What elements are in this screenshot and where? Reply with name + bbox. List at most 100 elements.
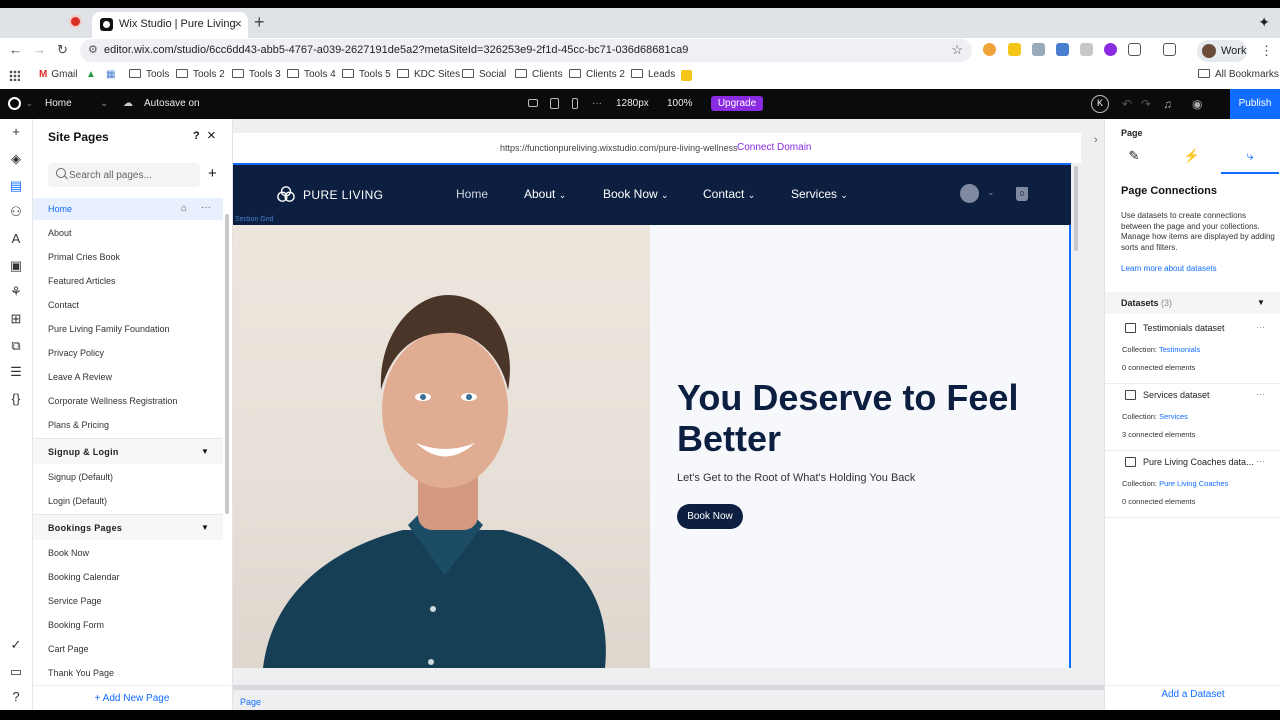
help-icon[interactable]: ? (9, 690, 23, 704)
comments-icon[interactable]: ▭ (9, 665, 23, 679)
url-bar[interactable]: ⚙ editor.wix.com/studio/6cc6dd43-abb5-47… (80, 39, 972, 62)
connect-domain-link[interactable]: Connect Domain (737, 142, 811, 153)
site-checker-icon[interactable]: ✓ (9, 638, 23, 652)
hero-portrait-image[interactable] (233, 225, 650, 668)
panel-scrollbar[interactable] (225, 214, 229, 514)
extension-icon[interactable] (1032, 43, 1045, 56)
section-bookings-pages[interactable]: Bookings Pages ▼ (33, 514, 223, 540)
bookmark-folder[interactable]: Tools (129, 69, 169, 80)
page-item-home[interactable]: Home ⌂ ··· (33, 198, 223, 220)
section-signup-login[interactable]: Signup & Login ▼ (33, 438, 223, 464)
reload-icon[interactable]: ↻ (57, 42, 68, 58)
site-info-icon[interactable]: ⚙ (88, 43, 98, 56)
datasets-header[interactable]: Datasets (3) ▼ (1105, 292, 1280, 314)
profile-button[interactable]: Work (1197, 40, 1247, 62)
extension-icon[interactable] (1080, 43, 1093, 56)
more-icon[interactable]: ··· (1256, 322, 1265, 332)
apps-icon[interactable]: ⊞ (9, 312, 23, 326)
layers-icon[interactable]: ◈ (9, 152, 23, 166)
close-icon[interactable]: × (207, 127, 216, 144)
bookmark-folder[interactable]: Clients (515, 69, 563, 80)
code-icon[interactable]: {} (9, 392, 23, 406)
bookmark-folder[interactable]: Tools 2 (176, 69, 225, 80)
browser-menu-icon[interactable]: ⋮ (1260, 43, 1273, 59)
more-icon[interactable]: ··· (1256, 456, 1265, 466)
page-item[interactable]: Cart Page (33, 638, 223, 660)
page-tag[interactable]: Page (240, 697, 261, 707)
dataset-item[interactable]: Pure Living Coaches data... ··· Collecti… (1105, 452, 1280, 518)
wix-studio-logo[interactable] (8, 97, 21, 110)
redo-icon[interactable]: ↷ (1141, 97, 1151, 111)
learn-more-link[interactable]: Learn more about datasets (1121, 264, 1217, 273)
nav-home[interactable]: Home (456, 187, 488, 201)
dataset-item[interactable]: Services dataset ··· Collection: Service… (1105, 385, 1280, 451)
design-text-icon[interactable]: A (9, 232, 23, 246)
add-page-icon[interactable]: + (208, 165, 217, 182)
bookmark-folder[interactable]: Social (462, 69, 506, 80)
search-input[interactable] (69, 167, 194, 183)
page-item[interactable]: Pure Living Family Foundation (33, 318, 223, 340)
collection-link[interactable]: Pure Living Coaches (1159, 479, 1228, 488)
bookmark-folder[interactable]: Leads (631, 69, 675, 80)
site-header[interactable]: PURE LIVING Home About ⌄ Book Now ⌄ Cont… (233, 163, 1071, 225)
hero-heading[interactable]: You Deserve to Feel Better (677, 377, 1057, 459)
browser-tab[interactable]: Wix Studio | Pure Living × (92, 12, 248, 38)
nav-book-now[interactable]: Book Now ⌄ (603, 187, 669, 201)
drive-icon[interactable]: ▲ (86, 69, 96, 80)
new-tab-icon[interactable]: + (254, 12, 265, 33)
bookmark-folder[interactable]: Tools 4 (287, 69, 336, 80)
page-item[interactable]: Privacy Policy (33, 342, 223, 364)
page-item[interactable]: Plans & Pricing (33, 414, 223, 436)
canvas-scrollbar[interactable] (1074, 166, 1078, 251)
collection-link[interactable]: Testimonials (1159, 345, 1200, 354)
extension-icon[interactable] (983, 43, 996, 56)
hero-subheading[interactable]: Let's Get to the Root of What's Holding … (677, 472, 915, 484)
page-item[interactable]: Leave A Review (33, 366, 223, 388)
more-icon[interactable]: ··· (201, 202, 211, 213)
page-item[interactable]: Contact (33, 294, 223, 316)
media-icon[interactable]: ▣ (9, 259, 23, 273)
page-selector[interactable]: Home (45, 98, 72, 109)
collapse-triangle-icon[interactable]: ▼ (1257, 298, 1265, 307)
hero-content[interactable]: You Deserve to Feel Better Let's Get to … (650, 225, 1071, 668)
extension-icon[interactable] (1008, 43, 1021, 56)
bookmark-folder[interactable]: Tools 3 (232, 69, 281, 80)
page-item[interactable]: Service Page (33, 590, 223, 612)
add-elements-icon[interactable]: + (9, 125, 23, 139)
connections-icon[interactable]: ⚘ (9, 285, 23, 299)
collapse-panel-icon[interactable]: › (1094, 134, 1098, 146)
bookmark-icon[interactable] (681, 70, 692, 81)
page-item[interactable]: Login (Default) (33, 490, 223, 512)
collection-link[interactable]: Services (1159, 412, 1188, 421)
pages-icon[interactable]: ▤ (9, 179, 23, 193)
cms-icon[interactable]: ☰ (9, 365, 23, 379)
user-account-icon[interactable] (960, 184, 979, 203)
collapse-triangle-icon[interactable]: ▼ (201, 447, 209, 456)
bookmark-gmail[interactable]: M Gmail (39, 69, 77, 80)
plugins-icon[interactable]: ⧉ (9, 339, 23, 353)
publish-button[interactable]: Publish (1230, 89, 1280, 119)
user-avatar[interactable]: K (1091, 95, 1109, 113)
tab-interactions[interactable]: ⚡ (1163, 148, 1221, 174)
chevron-down-icon[interactable]: ⌄ (987, 187, 995, 198)
preview-eye-icon[interactable]: ◉ (1192, 97, 1202, 111)
nav-about[interactable]: About ⌄ (524, 187, 566, 201)
dataset-item[interactable]: Testimonials dataset ··· Collection: Tes… (1105, 318, 1280, 384)
book-now-button[interactable]: Book Now (677, 504, 743, 529)
bookmark-folder[interactable]: KDC Sites (397, 69, 460, 80)
close-tab-icon[interactable]: × (234, 16, 242, 31)
forward-icon[interactable]: → (33, 42, 46, 57)
site-structure-icon[interactable]: ⚇ (9, 205, 23, 219)
cart-icon[interactable]: 0 (1016, 187, 1028, 201)
page-item[interactable]: Book Now (33, 542, 223, 564)
nav-services[interactable]: Services ⌄ (791, 187, 848, 201)
all-bookmarks[interactable]: All Bookmarks (1198, 69, 1279, 80)
nav-contact[interactable]: Contact ⌄ (703, 187, 755, 201)
bookmark-folder[interactable]: Tools 5 (342, 69, 391, 80)
page-item[interactable]: About (33, 222, 223, 244)
calendar-icon[interactable]: ▦ (106, 69, 115, 80)
zoom-level[interactable]: 100% (667, 98, 693, 109)
apps-grid-icon[interactable] (9, 70, 20, 81)
bookmark-folder[interactable]: Clients 2 (569, 69, 625, 80)
undo-icon[interactable]: ↶ (1122, 97, 1132, 111)
